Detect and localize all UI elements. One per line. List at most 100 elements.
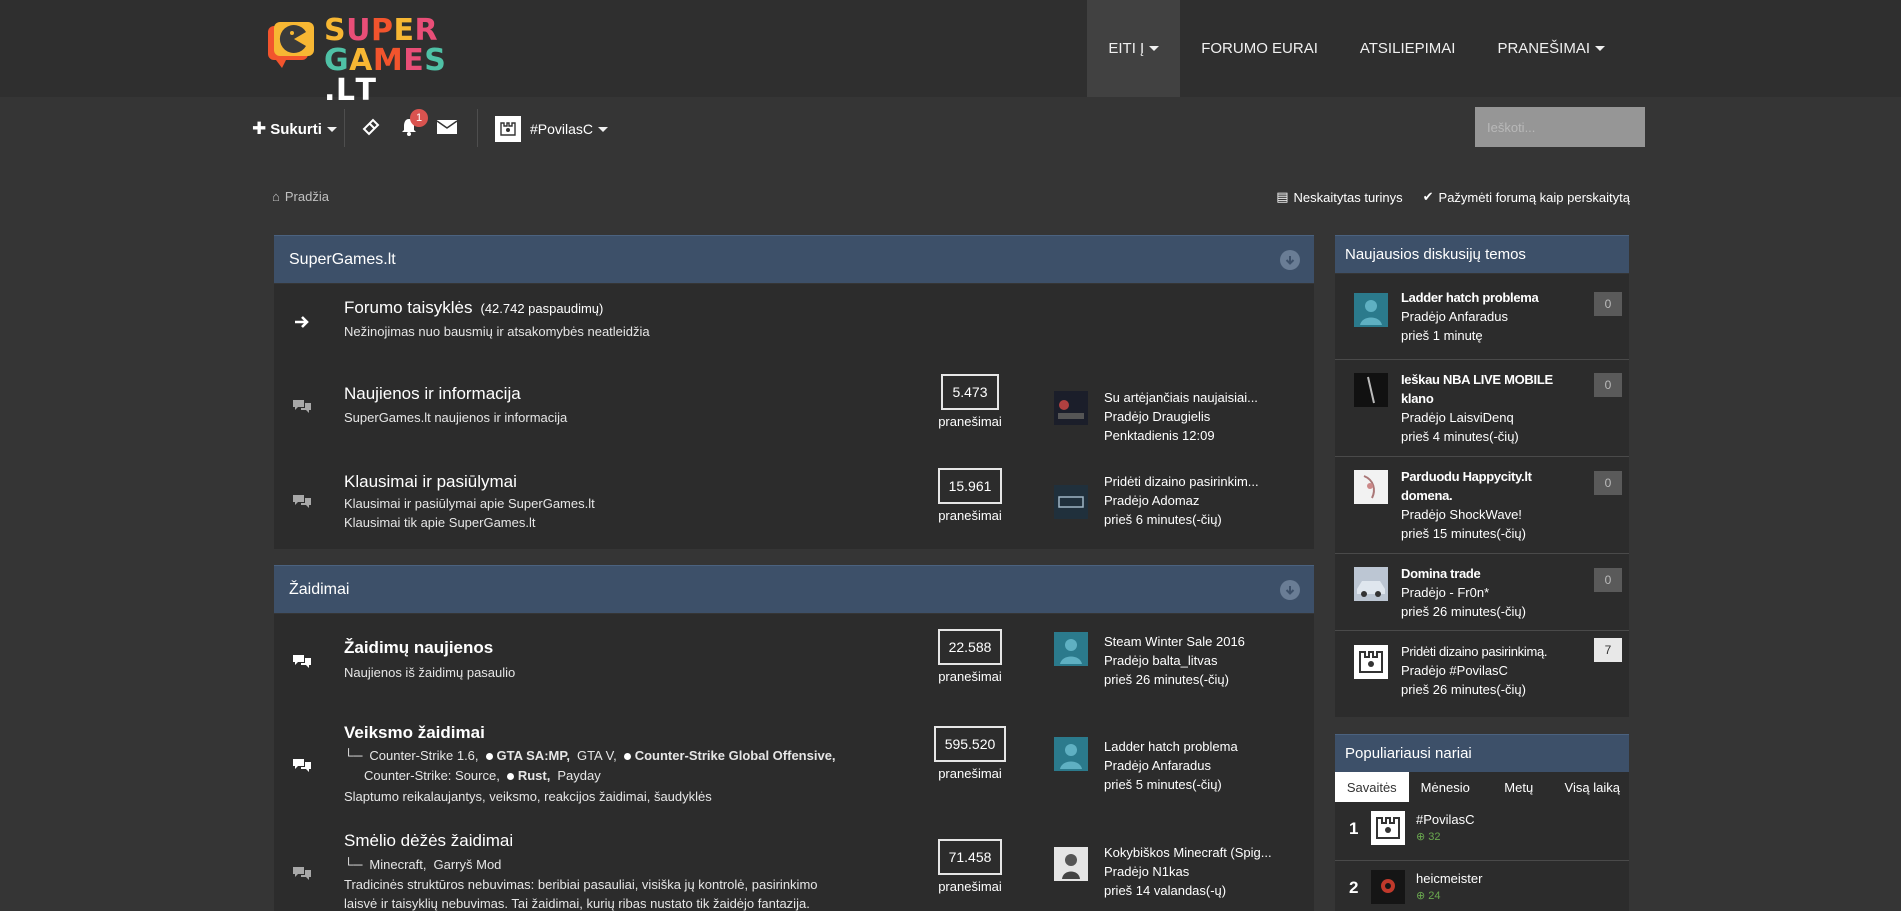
last-post: Ladder hatch problema Pradėjo Anfaradus …: [1104, 737, 1238, 792]
post-count: 595.520 pranešimai: [925, 726, 1015, 781]
subforum-link[interactable]: Counter-Strike Global Offensive,: [623, 746, 836, 766]
breadcrumb[interactable]: ⌂ Pradžia: [272, 189, 329, 204]
subforum-link[interactable]: Minecraft,: [369, 855, 426, 875]
avatar[interactable]: [1054, 847, 1088, 881]
avatar: [1354, 470, 1388, 504]
subforum-link[interactable]: GTA V,: [577, 746, 617, 766]
forum-list: Žaidimų naujienos Naujienos iš žaidimų p…: [274, 614, 1314, 911]
discussion-title[interactable]: Domina trade: [1401, 564, 1601, 583]
site-logo[interactable]: SUPER GAMES.LT: [268, 13, 458, 106]
forum-title[interactable]: Žaidimų naujienos: [344, 638, 493, 658]
last-post-title[interactable]: Ladder hatch problema: [1104, 737, 1238, 756]
forum-actions: ▤ Neskaitytas turinys ✔ Pažymėti forumą ka…: [1276, 189, 1630, 205]
forum-row[interactable]: Forumo taisyklės (42.742 paspaudimų) Neži…: [274, 284, 1314, 364]
forum-title[interactable]: Naujienos ir informacija: [344, 384, 521, 404]
avatar[interactable]: [1054, 485, 1088, 519]
last-post-title[interactable]: Pridėti dizaino pasirinkim...: [1104, 472, 1259, 491]
discussion-title[interactable]: Pridėti dizaino pasirinkimą.: [1401, 642, 1601, 661]
post-count: 5.473 pranešimai: [934, 374, 1006, 429]
list-item[interactable]: 2 heicmeister ⊕ 24: [1335, 861, 1629, 911]
last-post-title[interactable]: Steam Winter Sale 2016: [1104, 632, 1245, 651]
forum-title[interactable]: Smėlio dėžės žaidimai: [344, 831, 513, 851]
avatar: [1354, 645, 1388, 679]
member-name[interactable]: #PovilasC: [1416, 812, 1475, 827]
reply-count-badge: 0: [1594, 568, 1622, 592]
list-item[interactable]: Domina trade Pradėjo - Fr0n* prieš 26 minu…: [1335, 564, 1629, 629]
avatar: [1371, 811, 1405, 845]
reply-count-badge: 0: [1594, 373, 1622, 397]
top-header: SUPER GAMES.LT EITI Į FORUMO EURAI ATSIL…: [0, 0, 1901, 106]
discussion-title[interactable]: Parduodu Happycity.lt domena.: [1401, 467, 1601, 505]
plus-icon: ✚: [252, 119, 267, 138]
forum-row[interactable]: Smėlio dėžės žaidimai └─ Minecraft, Garryš…: [274, 819, 1314, 911]
list-item[interactable]: Parduodu Happycity.lt domena. Pradėjo Shoc…: [1335, 467, 1629, 552]
collapse-icon[interactable]: [1280, 250, 1300, 270]
avatar[interactable]: [1054, 391, 1088, 425]
nav-forum-euros[interactable]: FORUMO EURAI: [1180, 0, 1339, 97]
reply-count-badge: 7: [1594, 638, 1622, 662]
subforum-link[interactable]: Garryš Mod: [434, 855, 502, 875]
subforum-link[interactable]: Counter-Strike 1.6,: [369, 746, 478, 766]
member-points: ⊕ 32: [1416, 830, 1441, 844]
search-input[interactable]: [1475, 107, 1645, 147]
subforum-link[interactable]: GTA SA:MP,: [485, 746, 570, 766]
post-count: 15.961 pranešimai: [930, 468, 1010, 523]
home-icon: ⌂: [272, 189, 280, 204]
unread-dot-icon: [485, 753, 493, 761]
avatar[interactable]: [1054, 737, 1088, 771]
comments-icon: [293, 495, 311, 508]
forum-row[interactable]: Klausimai ir pasiūlymai Klausimai ir pas…: [274, 454, 1314, 549]
subforum-list: └─ Counter-Strike 1.6, GTA SA:MP, GTA V, Cou…: [344, 746, 864, 786]
unread-dot-icon: [623, 753, 631, 761]
nav-notifications[interactable]: PRANEŠIMAI: [1476, 0, 1626, 97]
discussion-title[interactable]: Ladder hatch problema: [1401, 288, 1601, 307]
unread-content-link[interactable]: ▤ Neskaitytas turinys: [1276, 189, 1402, 205]
list-item[interactable]: Ladder hatch problema Pradėjo Anfaradus pr…: [1335, 288, 1629, 358]
user-menu[interactable]: #PovilasC: [495, 116, 609, 142]
list-item[interactable]: Ieškau NBA LIVE MOBILE klano Pradėjo Laisv…: [1335, 370, 1629, 455]
tab-all-time[interactable]: Visą laiką: [1556, 772, 1630, 802]
arrow-right-icon: [295, 316, 309, 328]
divider: [477, 109, 478, 147]
subforum-link[interactable]: Payday: [557, 766, 600, 786]
member-name[interactable]: heicmeister: [1416, 871, 1482, 886]
create-button[interactable]: ✚ Sukurti: [252, 119, 337, 139]
envelope-icon[interactable]: [435, 115, 459, 139]
tickets-icon[interactable]: [359, 115, 383, 139]
tab-month[interactable]: Mėnesio: [1409, 772, 1483, 802]
collapse-icon[interactable]: [1280, 580, 1300, 600]
avatar[interactable]: [1054, 632, 1088, 666]
subforum-link[interactable]: Counter-Strike: Source,: [364, 766, 500, 786]
forum-title[interactable]: Veiksmo žaidimai: [344, 723, 485, 743]
notification-badge: 1: [410, 109, 428, 127]
caret-down-icon: [1595, 46, 1605, 51]
forum-list: Forumo taisyklės (42.742 paspaudimų) Neži…: [274, 284, 1314, 549]
tab-week[interactable]: Savaitės: [1335, 772, 1409, 802]
forum-title[interactable]: Forumo taisyklės (42.742 paspaudimų): [344, 298, 603, 318]
comments-icon: [293, 759, 311, 772]
tab-year[interactable]: Metų: [1482, 772, 1556, 802]
nav-go-to[interactable]: EITI Į: [1087, 0, 1181, 97]
avatar: [1354, 567, 1388, 601]
list-item[interactable]: 1 #PovilasC ⊕ 32: [1335, 802, 1629, 860]
forum-row[interactable]: Žaidimų naujienos Naujienos iš žaidimų p…: [274, 614, 1314, 709]
mark-read-link[interactable]: ✔ Pažymėti forumą kaip perskaitytą: [1423, 189, 1630, 205]
last-post: Steam Winter Sale 2016 Pradėjo balta_lit…: [1104, 632, 1245, 687]
forum-row[interactable]: Naujienos ir informacija SuperGames.lt n…: [274, 364, 1314, 454]
list-item[interactable]: Pridėti dizaino pasirinkimą. Pradėjo #Pov…: [1335, 638, 1629, 712]
newspaper-icon: ▤: [1276, 189, 1289, 204]
forum-description: SuperGames.lt naujienos ir informacija: [344, 410, 568, 425]
last-post-title[interactable]: Kokybiškos Minecraft (Spig...: [1104, 843, 1272, 862]
subforum-link[interactable]: Rust,: [506, 766, 550, 786]
section-header[interactable]: Žaidimai: [274, 565, 1314, 613]
discussion-title[interactable]: Ieškau NBA LIVE MOBILE klano: [1401, 370, 1601, 408]
logo-line-1: SUPER: [324, 13, 439, 48]
check-icon: ✔: [1422, 189, 1434, 204]
reply-count-badge: 0: [1594, 471, 1622, 495]
last-post: Pridėti dizaino pasirinkim... Pradėjo Ad…: [1104, 472, 1259, 527]
forum-title[interactable]: Klausimai ir pasiūlymai: [344, 472, 517, 492]
last-post-title[interactable]: Su artėjančiais naujaisiai...: [1104, 388, 1258, 407]
section-header[interactable]: SuperGames.lt: [274, 235, 1314, 283]
forum-row[interactable]: Veiksmo žaidimai └─ Counter-Strike 1.6, GT…: [274, 709, 1314, 819]
nav-feedback[interactable]: ATSILIEPIMAI: [1339, 0, 1477, 97]
